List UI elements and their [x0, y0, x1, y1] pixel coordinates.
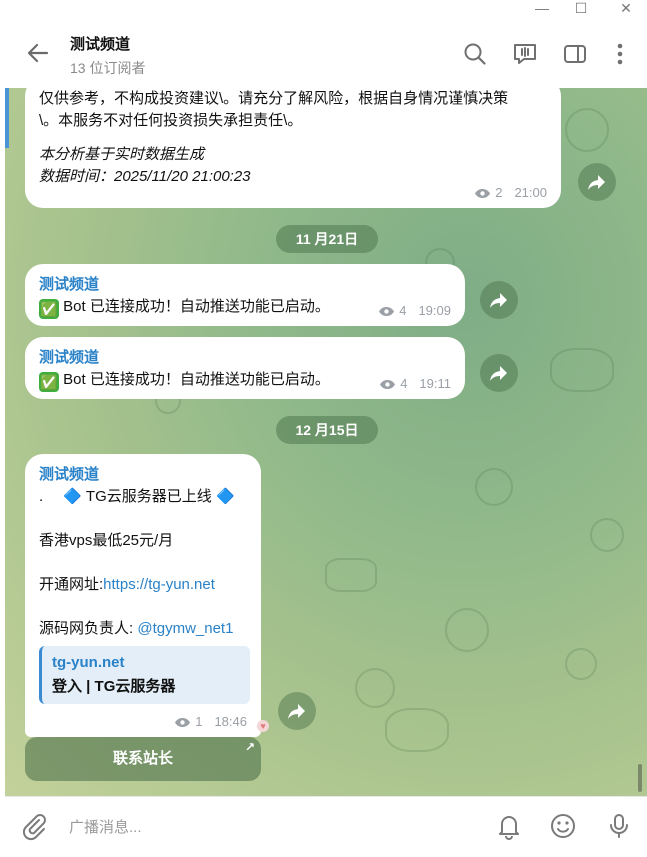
attach-icon[interactable] — [19, 811, 49, 841]
message-text-line: . 🔷 TG云服务器已上线 🔷 — [39, 486, 235, 508]
more-vertical-icon[interactable] — [606, 40, 634, 68]
message-text-line: \。本服务不对任何投资损失承担责任\。 — [39, 112, 303, 129]
subscriber-count: 13 位订阅者 — [70, 60, 146, 76]
message-bubble[interactable]: 测试频道 ✅ Bot 已连接成功！自动推送功能已启动。 4 19:11 — [25, 337, 465, 399]
message-sender[interactable]: 测试频道 — [39, 274, 99, 296]
message-bubble[interactable]: 仅供参考，不构成投资建议\。请充分了解风险，根据自身情况谨慎决策 \。本服务不对… — [25, 88, 561, 208]
view-count: 4 — [400, 376, 408, 391]
external-link-icon: ↗ — [244, 740, 255, 754]
message-text-line: 开通网址:https://tg-yun.net — [39, 574, 215, 596]
diamond-emoji: 🔷 — [215, 488, 235, 505]
forward-arrow-icon — [288, 704, 305, 719]
window-maximize-button[interactable]: ☐ — [567, 0, 595, 18]
back-arrow-icon[interactable] — [23, 38, 53, 68]
forward-arrow-icon — [490, 293, 507, 308]
views-eye-icon — [175, 717, 191, 727]
announcement-text: TG云服务器已上线 — [82, 488, 216, 505]
window-close-button[interactable]: ✕ — [612, 0, 640, 18]
chat-area[interactable]: 仅供参考，不构成投资建议\。请充分了解风险，根据自身情况谨慎决策 \。本服务不对… — [5, 88, 647, 796]
wallpaper-doodle — [565, 108, 609, 152]
date-separator: 12 月15日 — [276, 416, 378, 444]
view-count: 1 — [195, 714, 203, 729]
view-count: 4 — [399, 303, 407, 318]
wallpaper-doodle — [550, 348, 614, 392]
view-count: 2 — [495, 185, 503, 200]
window-titlebar: — ☐ ✕ — [0, 0, 647, 20]
forward-button[interactable] — [578, 163, 616, 201]
wallpaper-doodle — [355, 668, 395, 708]
forward-arrow-icon — [588, 175, 605, 190]
views-eye-icon — [380, 379, 396, 389]
forward-button[interactable] — [278, 692, 316, 730]
message-text-line: 数据时间：2025/11/20 21:00:23 — [39, 168, 251, 185]
scrollbar[interactable] — [638, 764, 642, 792]
text-dot: . — [39, 488, 44, 505]
channel-title[interactable]: 测试频道 — [70, 33, 130, 54]
message-text: Bot 已连接成功！自动推送功能已启动。 — [59, 371, 330, 388]
message-text-line: 本分析基于实时数据生成 — [39, 146, 205, 163]
message-sender[interactable]: 测试频道 — [39, 347, 99, 369]
views-eye-icon — [379, 306, 395, 316]
username-link[interactable]: @tgymw_net1 — [137, 620, 233, 637]
wallpaper-doodle — [565, 648, 597, 680]
wallpaper-doodle — [590, 518, 624, 552]
diamond-emoji: 🔷 — [63, 488, 83, 505]
message-time: 21:00 — [514, 185, 547, 200]
date-separator: 11 月21日 — [276, 225, 378, 253]
sidebar-toggle-icon[interactable] — [561, 40, 589, 68]
microphone-icon[interactable] — [604, 811, 634, 841]
contact-label: 源码网负责人: — [39, 620, 138, 637]
message-text: Bot 已连接成功！自动推送功能已启动。 — [59, 298, 330, 315]
forward-arrow-icon — [490, 366, 507, 381]
message-text-line: 源码网负责人: @tgymw_net1 — [39, 618, 233, 640]
unread-indicator — [5, 88, 9, 148]
preview-title: 登入 | TG云服务器 — [52, 678, 176, 695]
chat-header: 测试频道 13 位订阅者 — [5, 20, 647, 88]
search-icon[interactable] — [461, 40, 489, 68]
wallpaper-doodle — [445, 608, 489, 652]
forward-button[interactable] — [480, 281, 518, 319]
window-minimize-button[interactable]: — — [528, 0, 556, 18]
views-eye-icon — [475, 188, 491, 198]
wallpaper-doodle — [325, 558, 377, 592]
bell-icon[interactable] — [494, 811, 524, 841]
wallpaper-doodle — [475, 468, 513, 506]
wallpaper-doodle — [385, 708, 449, 752]
message-text-line: 香港vps最低25元/月 — [39, 532, 174, 549]
discussion-icon[interactable] — [511, 40, 539, 68]
message-meta: 4 19:09 — [378, 300, 451, 322]
preview-site-name: tg-yun.net — [52, 654, 125, 671]
broadcast-input[interactable]: 广播消息... — [69, 816, 142, 837]
url-label: 开通网址: — [39, 576, 104, 593]
emoji-icon[interactable] — [548, 811, 578, 841]
button-label: 联系站长 — [112, 750, 173, 767]
check-mark-emoji: ✅ — [39, 372, 59, 392]
message-time: 19:11 — [419, 376, 451, 391]
check-mark-emoji: ✅ — [39, 299, 59, 319]
message-meta: 2 21:00 — [474, 182, 547, 204]
message-meta: 1 18:46 — [174, 711, 247, 733]
link-preview[interactable]: tg-yun.net 登入 | TG云服务器 — [39, 646, 250, 704]
message-text-line: 仅供参考，不构成投资建议\。请充分了解风险，根据自身情况谨慎决策 — [39, 90, 509, 107]
message-meta: 4 19:11 — [379, 373, 451, 395]
website-link[interactable]: https://tg-yun.net — [103, 576, 215, 593]
contact-admin-button[interactable]: 联系站长 ↗ — [25, 737, 261, 781]
message-bubble[interactable]: 测试频道 . 🔷 TG云服务器已上线 🔷 香港vps最低25元/月 开通网址:h… — [25, 454, 261, 737]
message-bubble[interactable]: 测试频道 ✅ Bot 已连接成功！自动推送功能已启动。 4 19:09 — [25, 264, 465, 326]
heart-reaction-icon[interactable]: ♥ — [257, 720, 269, 732]
message-sender[interactable]: 测试频道 — [39, 464, 99, 486]
forward-button[interactable] — [480, 354, 518, 392]
message-time: 19:09 — [418, 303, 451, 318]
message-time: 18:46 — [214, 714, 247, 729]
message-input-bar: 广播消息... — [5, 796, 647, 857]
